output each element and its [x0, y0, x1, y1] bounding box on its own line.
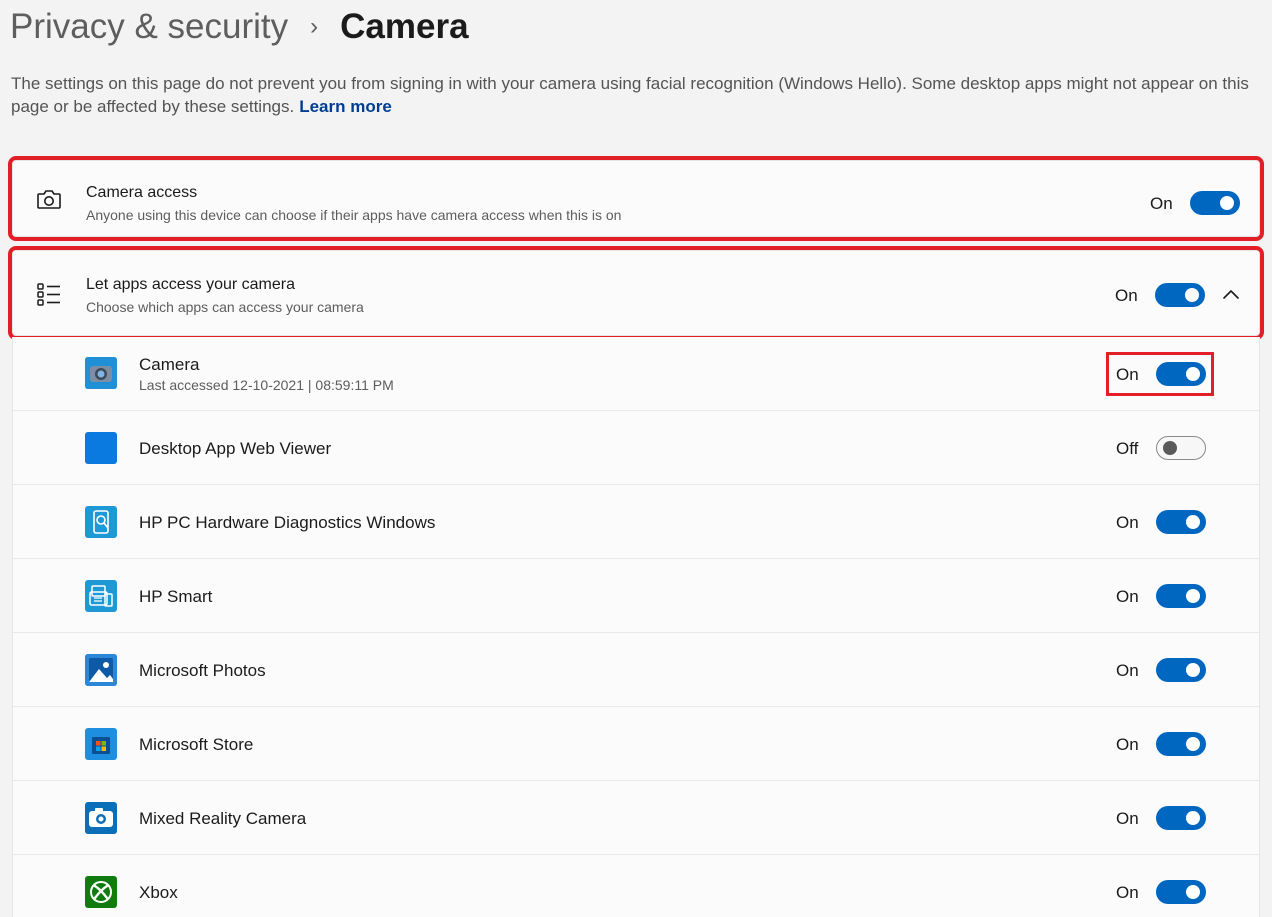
learn-more-link[interactable]: Learn more: [299, 97, 392, 116]
app-row-microsoft-store: Microsoft Store On: [13, 707, 1259, 781]
photos-icon: [85, 654, 117, 686]
app-state: On: [1116, 735, 1139, 754]
app-toggle-desktop-app-web-viewer[interactable]: [1156, 436, 1206, 460]
app-row-microsoft-photos: Microsoft Photos On: [13, 633, 1259, 707]
app-state: Off: [1116, 439, 1139, 458]
page-description: The settings on this page do not prevent…: [11, 72, 1269, 118]
app-toggle-microsoft-store[interactable]: [1156, 732, 1206, 756]
camera-access-title: Camera access: [86, 184, 198, 201]
app-row-hp-smart: HP Smart On: [13, 559, 1259, 633]
camera-access-card: Camera access Anyone using this device c…: [8, 156, 1264, 241]
app-last-accessed: Last accessed 12-10-2021 | 08:59:11 PM: [139, 377, 394, 393]
highlight-box: [1106, 352, 1214, 396]
app-state: On: [1116, 883, 1139, 902]
app-toggle-mixed-reality-camera[interactable]: [1156, 806, 1206, 830]
breadcrumb-parent[interactable]: Privacy & security: [10, 7, 288, 47]
list-icon: [35, 280, 63, 308]
camera-access-subtitle: Anyone using this device can choose if t…: [86, 207, 622, 223]
camera-access-toggle[interactable]: [1190, 191, 1240, 215]
hp-diagnostics-icon: [85, 506, 117, 538]
page-title: Camera: [340, 7, 469, 46]
app-name: HP PC Hardware Diagnostics Windows: [139, 513, 436, 532]
app-toggle-microsoft-photos[interactable]: [1156, 658, 1206, 682]
blue-square-icon: [85, 432, 117, 464]
app-toggle-hp-smart[interactable]: [1156, 584, 1206, 608]
settings-page: Privacy & security › Camera The settings…: [0, 0, 1272, 917]
app-name: Microsoft Photos: [139, 661, 266, 680]
app-name: Camera: [139, 355, 200, 374]
app-name: Desktop App Web Viewer: [139, 439, 332, 458]
app-toggle-hp-diagnostics[interactable]: [1156, 510, 1206, 534]
app-row-desktop-app-web-viewer: Desktop App Web Viewer Off: [13, 411, 1259, 485]
let-apps-subtitle: Choose which apps can access your camera: [86, 299, 364, 315]
breadcrumb-separator-icon: ›: [310, 13, 319, 40]
hp-smart-icon: [85, 580, 117, 612]
camera-app-icon: [85, 357, 117, 389]
app-name: HP Smart: [139, 587, 213, 606]
app-row-xbox: Xbox On: [13, 855, 1259, 917]
camera-access-state: On: [1150, 194, 1173, 213]
chevron-up-icon[interactable]: [1219, 283, 1243, 307]
app-state: On: [1116, 809, 1139, 828]
let-apps-toggle[interactable]: [1155, 283, 1205, 307]
mixed-reality-camera-icon: [85, 802, 117, 834]
app-state: On: [1116, 661, 1139, 680]
camera-icon: [35, 185, 63, 213]
xbox-icon: [85, 876, 117, 908]
app-row-mixed-reality-camera: Mixed Reality Camera On: [13, 781, 1259, 855]
app-row-hp-diagnostics: HP PC Hardware Diagnostics Windows On: [13, 485, 1259, 559]
app-state: On: [1116, 513, 1139, 532]
app-name: Xbox: [139, 883, 178, 902]
app-name: Mixed Reality Camera: [139, 809, 307, 828]
app-row-camera: Camera Last accessed 12-10-2021 | 08:59:…: [13, 337, 1259, 411]
let-apps-state: On: [1115, 286, 1138, 305]
app-list: Camera Last accessed 12-10-2021 | 08:59:…: [12, 337, 1260, 917]
store-icon: [85, 728, 117, 760]
description-text: The settings on this page do not prevent…: [11, 74, 1249, 116]
let-apps-card[interactable]: Let apps access your camera Choose which…: [8, 246, 1264, 340]
let-apps-title: Let apps access your camera: [86, 276, 295, 293]
app-state: On: [1116, 587, 1139, 606]
app-name: Microsoft Store: [139, 735, 254, 754]
app-toggle-xbox[interactable]: [1156, 880, 1206, 904]
breadcrumb: Privacy & security › Camera: [10, 4, 469, 50]
